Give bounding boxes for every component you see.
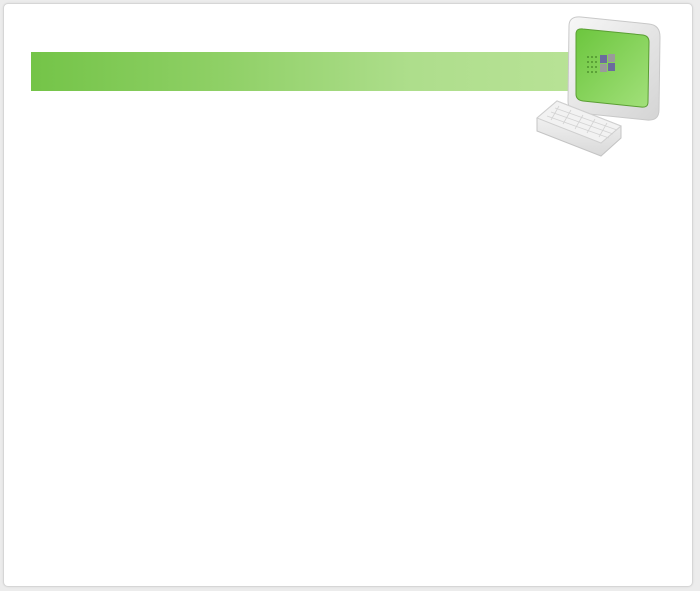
- main-window: [3, 3, 693, 587]
- content-area: [31, 104, 671, 574]
- header-banner: [31, 52, 576, 91]
- computer-monitor-keyboard-icon: [536, 16, 661, 157]
